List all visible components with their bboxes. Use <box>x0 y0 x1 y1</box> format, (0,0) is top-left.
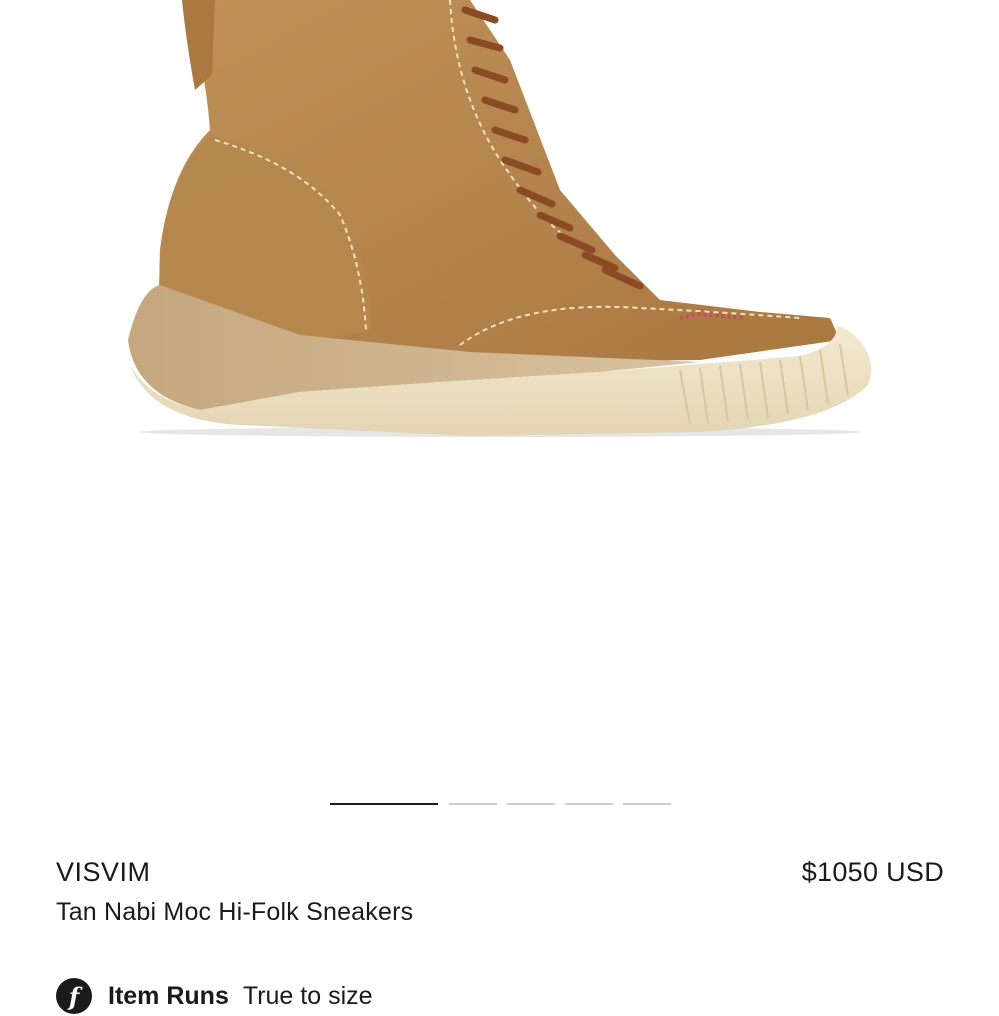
fit-value: True to size <box>242 981 373 1010</box>
carousel-dot-5[interactable] <box>623 803 671 805</box>
product-image[interactable] <box>0 0 999 770</box>
boot-illustration <box>128 0 872 437</box>
carousel-dot-4[interactable] <box>565 803 613 805</box>
carousel-dot-1[interactable] <box>330 803 438 805</box>
fit-label: Item Runs <box>108 981 229 1010</box>
carousel-dot-2[interactable] <box>449 803 497 805</box>
product-price: $1050 USD <box>801 857 944 887</box>
product-name: Tan Nabi Moc Hi-Folk Sneakers <box>56 898 414 926</box>
fit-info[interactable]: f Item Runs True to size <box>56 976 373 1016</box>
f-icon: f <box>56 978 92 1014</box>
carousel-dot-3[interactable] <box>507 803 555 805</box>
product-brand[interactable]: VISVIM <box>56 852 151 892</box>
carousel-indicators <box>0 803 999 807</box>
